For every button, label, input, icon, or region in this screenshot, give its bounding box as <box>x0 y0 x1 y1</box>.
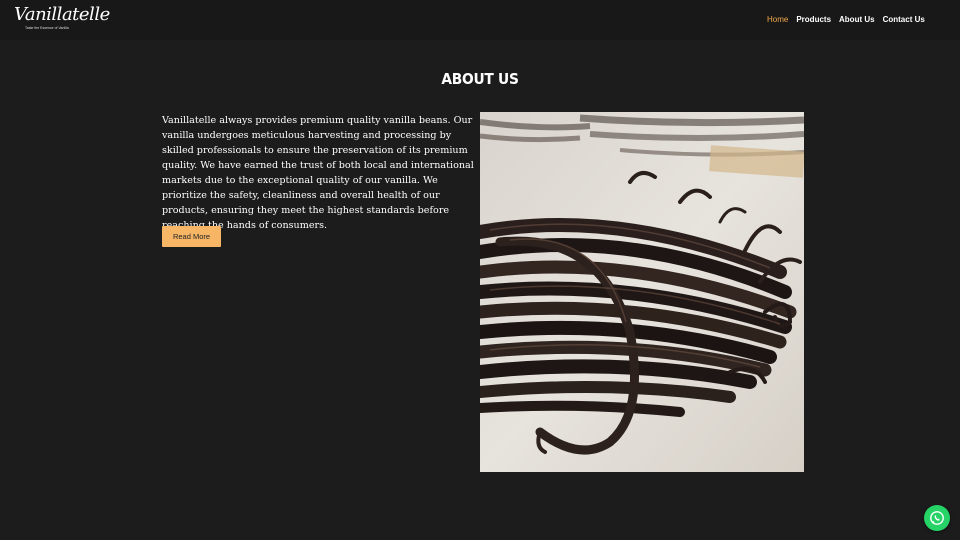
whatsapp-button[interactable] <box>924 505 950 531</box>
nav-item-home[interactable]: Home <box>767 15 788 24</box>
brand-name: Vanillatelle <box>14 4 110 25</box>
nav-item-about-us[interactable]: About Us <box>839 15 875 24</box>
brand-logo[interactable]: Vanillatelle Taste the Essence of Vanill… <box>14 4 110 34</box>
brand-tagline: Taste the Essence of Vanilla <box>25 26 69 30</box>
nav-item-contact-us[interactable]: Contact Us <box>883 15 925 24</box>
whatsapp-icon <box>930 511 944 525</box>
about-title: ABOUT US <box>441 70 519 88</box>
nav-item-products[interactable]: Products <box>796 15 831 24</box>
read-more-button[interactable]: Read More <box>162 226 221 247</box>
about-description: Vanillatelle always provides premium qua… <box>162 115 474 231</box>
vanilla-beans-photo <box>480 112 804 472</box>
navbar: Vanillatelle Taste the Essence of Vanill… <box>0 0 960 40</box>
main-nav: Home Products About Us Contact Us <box>767 15 933 24</box>
